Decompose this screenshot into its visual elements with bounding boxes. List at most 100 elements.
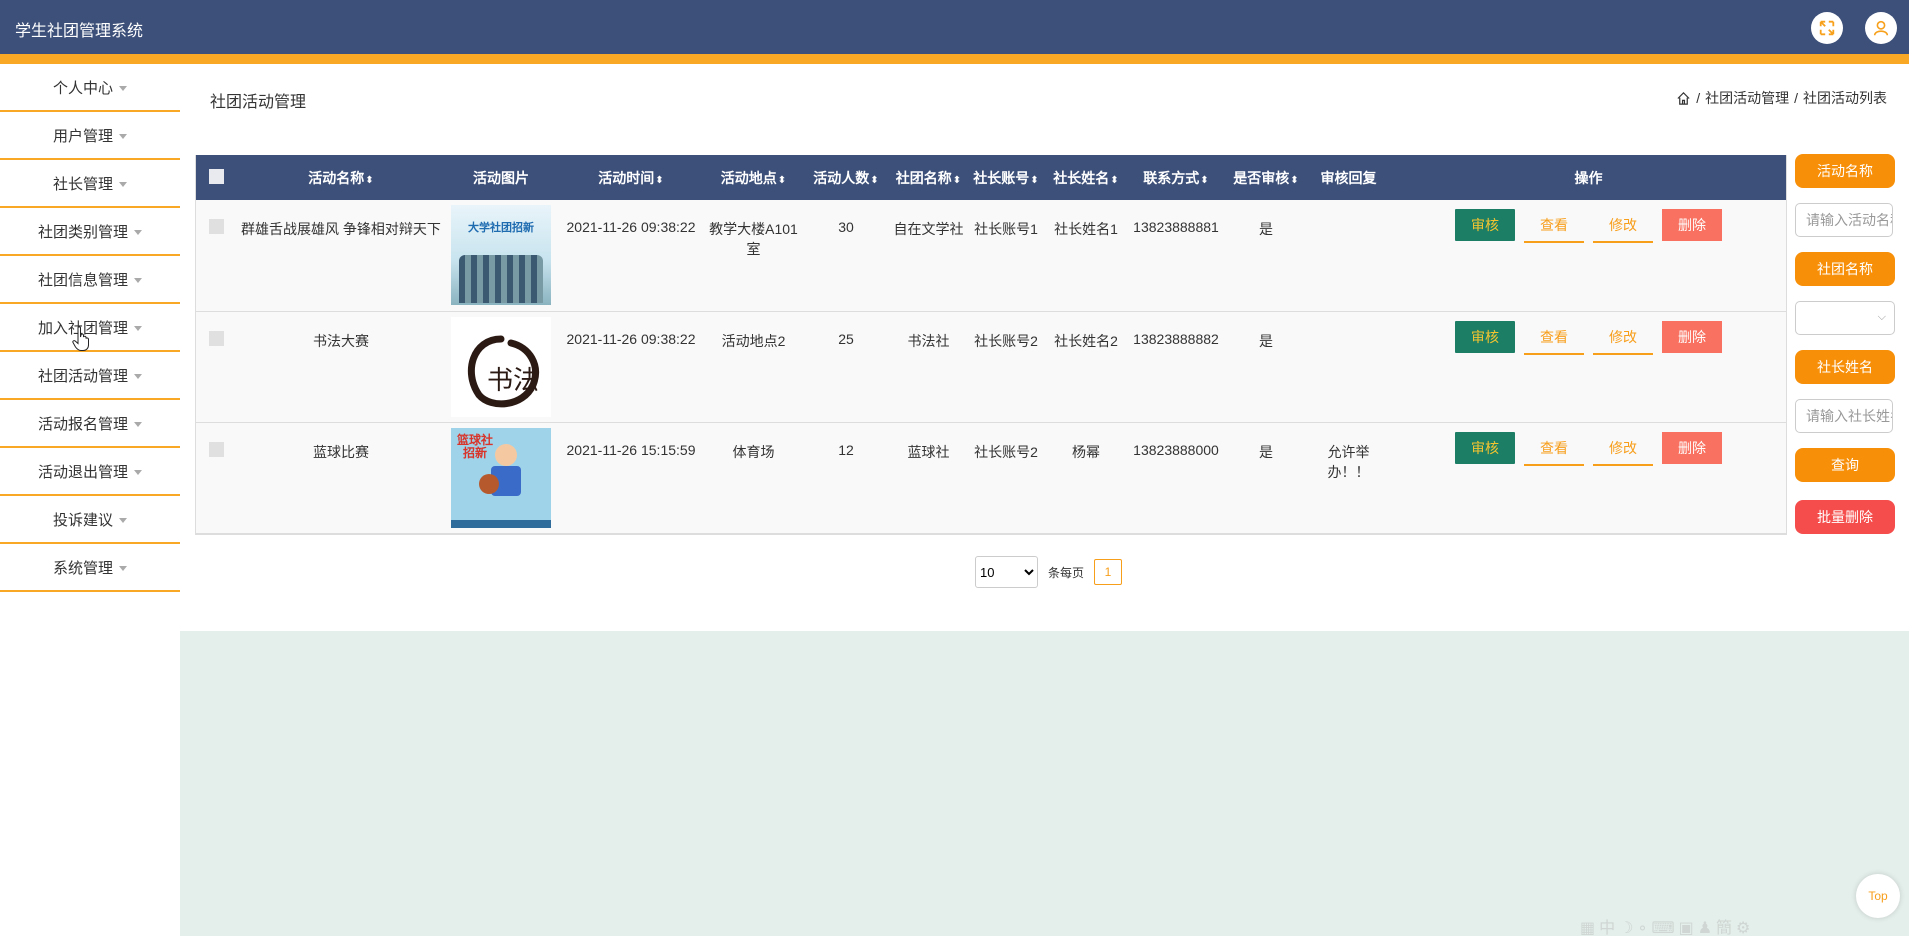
cell-reply bbox=[1306, 311, 1391, 422]
column-header: 审核回复 bbox=[1320, 169, 1377, 186]
column-header[interactable]: 活动名称⬍ bbox=[236, 155, 446, 200]
sidebar-item-club-info-management[interactable]: 社团信息管理 bbox=[0, 256, 180, 304]
cartoon-head bbox=[495, 443, 517, 466]
sort-icon: ⬍ bbox=[870, 174, 879, 186]
sidebar-item-leader-management[interactable]: 社长管理 bbox=[0, 160, 180, 208]
ime-toolbar: ▦中☽∘⌨▣♟簡⚙ bbox=[1580, 920, 1755, 937]
table-header-row: 活动名称⬍ 活动图片 活动时间⬍ 活动地点⬍ 活动人数⬍ 社团名称⬍ 社长账号⬍… bbox=[196, 155, 1786, 200]
column-header: 操作 bbox=[1574, 169, 1603, 186]
audit-button[interactable]: 审核 bbox=[1455, 209, 1515, 241]
breadcrumb-separator: / bbox=[1696, 90, 1701, 106]
sidebar-item-label: 活动退出管理 bbox=[37, 463, 128, 481]
row-checkbox[interactable] bbox=[208, 219, 224, 234]
row-actions: 审核 查看 修改 删除 bbox=[1392, 431, 1785, 466]
leader-name-input[interactable]: 请输入社长姓名 bbox=[1795, 399, 1893, 433]
sidebar-item-system-management[interactable]: 系统管理 bbox=[0, 544, 180, 592]
app-title: 学生社团管理系统 bbox=[15, 23, 144, 40]
delete-button[interactable]: 删除 bbox=[1662, 209, 1722, 241]
breadcrumb-separator: / bbox=[1794, 90, 1798, 106]
cell-activity-time: 2021-11-26 15:15:59 bbox=[566, 441, 696, 458]
breadcrumb: / 社团活动管理 / 社团活动列表 bbox=[1676, 88, 1887, 108]
hand-cursor-icon bbox=[72, 326, 89, 351]
sidebar-item-label: 社长管理 bbox=[52, 175, 113, 193]
page-number[interactable]: 1 bbox=[1094, 559, 1123, 585]
breadcrumb-item[interactable]: 社团活动管理 bbox=[1705, 88, 1789, 108]
column-header[interactable]: 活动地点⬍ bbox=[706, 155, 801, 200]
cell-club-name: 蓝球社 bbox=[907, 443, 950, 460]
sidebar-item-user-management[interactable]: 用户管理 bbox=[0, 112, 180, 160]
row-checkbox[interactable] bbox=[208, 441, 224, 457]
cell-phone: 13823888881 bbox=[1133, 219, 1219, 235]
query-button[interactable]: 查询 bbox=[1795, 448, 1895, 482]
row-checkbox[interactable] bbox=[208, 330, 224, 346]
view-button[interactable]: 查看 bbox=[1524, 432, 1584, 466]
pagination: 10 条每页 1 bbox=[975, 556, 1123, 588]
club-name-label: 社团名称 bbox=[1795, 252, 1895, 286]
caret-down-icon bbox=[119, 181, 127, 187]
sidebar-item-club-category-management[interactable]: 社团类别管理 bbox=[0, 208, 180, 256]
page-title: 社团活动管理 bbox=[210, 94, 307, 111]
leader-name-label: 社长姓名 bbox=[1795, 350, 1895, 384]
sidebar-item-label: 社团活动管理 bbox=[37, 367, 128, 385]
breadcrumb-item: 社团活动列表 bbox=[1803, 90, 1887, 106]
select-all-cell bbox=[196, 155, 236, 200]
column-header[interactable]: 社长账号⬍ bbox=[966, 155, 1046, 200]
sidebar-item-join-club-management[interactable]: 加入社团管理 bbox=[0, 304, 180, 352]
sidebar-item-personal-center[interactable]: 个人中心 bbox=[0, 64, 180, 112]
cell-activity-place: 教学大楼A101室 bbox=[709, 221, 798, 257]
club-name-select[interactable]: ⌵ bbox=[1795, 301, 1895, 335]
sort-icon: ⬍ bbox=[365, 174, 374, 186]
caret-down-icon bbox=[134, 421, 142, 427]
cell-phone: 13823888000 bbox=[1133, 441, 1219, 458]
cell-activity-name: 群雄舌战展雄风 争锋相对辩天下 bbox=[241, 221, 441, 237]
back-to-top-button[interactable]: Top bbox=[1856, 874, 1900, 918]
column-header[interactable]: 活动人数⬍ bbox=[801, 155, 891, 200]
activity-table: 活动名称⬍ 活动图片 活动时间⬍ 活动地点⬍ 活动人数⬍ 社团名称⬍ 社长账号⬍… bbox=[195, 155, 1787, 535]
caret-down-icon bbox=[119, 85, 127, 91]
caret-down-icon bbox=[134, 277, 142, 283]
audit-button[interactable]: 审核 bbox=[1455, 431, 1515, 464]
delete-button[interactable]: 删除 bbox=[1662, 431, 1722, 464]
image-caption: 大学社团招新 bbox=[468, 222, 534, 234]
activity-name-input[interactable]: 请输入活动名称 bbox=[1795, 203, 1893, 237]
top-header: 学生社团管理系统 bbox=[0, 0, 1909, 54]
people-illustration bbox=[459, 255, 543, 303]
basketball-icon bbox=[479, 473, 499, 494]
column-header[interactable]: 活动时间⬍ bbox=[556, 155, 706, 200]
cell-activity-place: 活动地点2 bbox=[721, 332, 786, 349]
sort-icon: ⬍ bbox=[655, 174, 664, 186]
sidebar-item-activity-exit-management[interactable]: 活动退出管理 bbox=[0, 448, 180, 496]
cell-audited: 是 bbox=[1259, 221, 1273, 237]
header-accent-stripe bbox=[0, 54, 1909, 64]
column-header[interactable]: 社团名称⬍ bbox=[891, 155, 966, 200]
cell-activity-time: 2021-11-26 09:38:22 bbox=[566, 330, 696, 347]
sidebar-item-club-activity-management[interactable]: 社团活动管理 bbox=[0, 352, 180, 400]
row-actions: 审核 查看 修改 删除 bbox=[1392, 209, 1785, 243]
column-header[interactable]: 是否审核⬍ bbox=[1226, 155, 1306, 200]
view-button[interactable]: 查看 bbox=[1524, 321, 1584, 355]
view-button[interactable]: 查看 bbox=[1524, 209, 1584, 243]
sort-icon: ⬍ bbox=[1290, 174, 1299, 186]
delete-button[interactable]: 删除 bbox=[1662, 320, 1722, 353]
sidebar-item-label: 活动报名管理 bbox=[37, 415, 128, 433]
sidebar-item-complaints[interactable]: 投诉建议 bbox=[0, 496, 180, 544]
cell-activity-time: 2021-11-26 09:38:22 bbox=[566, 219, 696, 235]
user-icon[interactable] bbox=[1865, 12, 1897, 44]
edit-button[interactable]: 修改 bbox=[1593, 209, 1653, 243]
column-header[interactable]: 社长姓名⬍ bbox=[1046, 155, 1126, 200]
batch-delete-button[interactable]: 批量删除 bbox=[1795, 500, 1895, 534]
audit-button[interactable]: 审核 bbox=[1455, 320, 1515, 353]
edit-button[interactable]: 修改 bbox=[1593, 321, 1653, 355]
edit-button[interactable]: 修改 bbox=[1593, 432, 1653, 466]
home-icon[interactable] bbox=[1676, 91, 1691, 106]
cell-phone: 13823888882 bbox=[1133, 330, 1219, 347]
search-panel: 活动名称 请输入活动名称 社团名称 ⌵ 社长姓名 请输入社长姓名 查询 批量删除 bbox=[1795, 154, 1895, 534]
calligraphy-illustration: 书法 bbox=[467, 335, 539, 407]
select-all-checkbox[interactable] bbox=[208, 168, 224, 184]
sidebar-item-label: 系统管理 bbox=[52, 559, 113, 577]
caret-down-icon bbox=[134, 373, 142, 379]
sidebar-item-activity-signup-management[interactable]: 活动报名管理 bbox=[0, 400, 180, 448]
column-header[interactable]: 联系方式⬍ bbox=[1126, 155, 1226, 200]
page-size-select[interactable]: 10 bbox=[975, 556, 1038, 588]
fullscreen-icon[interactable] bbox=[1811, 12, 1843, 44]
